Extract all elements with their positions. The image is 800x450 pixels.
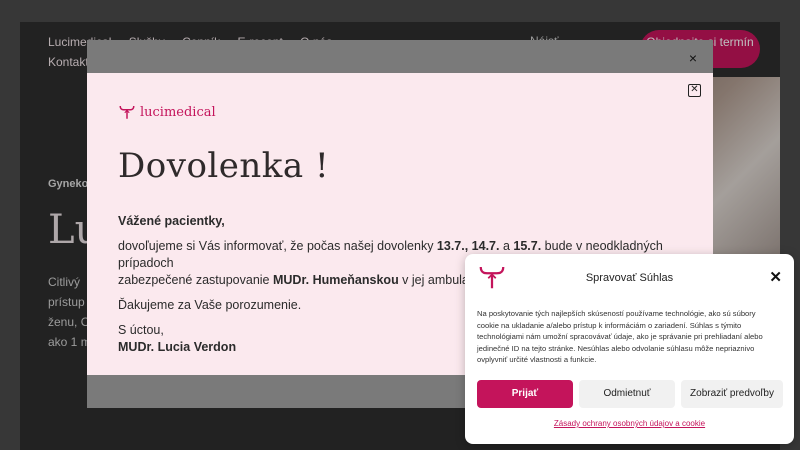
greeting: Vážené pacientky,	[118, 214, 225, 228]
popup-close-icon[interactable]: ×	[685, 50, 701, 66]
accept-button[interactable]: Prijať	[477, 380, 573, 408]
deny-button[interactable]: Odmietnuť	[579, 380, 675, 408]
close-icon[interactable]: ✕	[769, 268, 782, 286]
cookie-consent-panel: Spravovať Súhlas ✕ Na poskytovanie tých …	[465, 254, 794, 444]
preferences-button[interactable]: Zobraziť predvoľby	[681, 380, 783, 408]
privacy-policy-link[interactable]: Zásady ochrany osobných údajov a cookie	[465, 419, 794, 428]
popup-title: Dovolenka !	[118, 146, 330, 186]
brand-name: lucimedical	[140, 104, 216, 120]
cookie-title: Spravovať Súhlas	[585, 272, 674, 284]
close-icon[interactable]: ✕	[688, 84, 701, 97]
uterus-logo-icon	[119, 105, 135, 119]
cookie-description: Na poskytovanie tých najlepších skúsenos…	[477, 309, 763, 364]
brand-logo: lucimedical	[118, 103, 216, 121]
